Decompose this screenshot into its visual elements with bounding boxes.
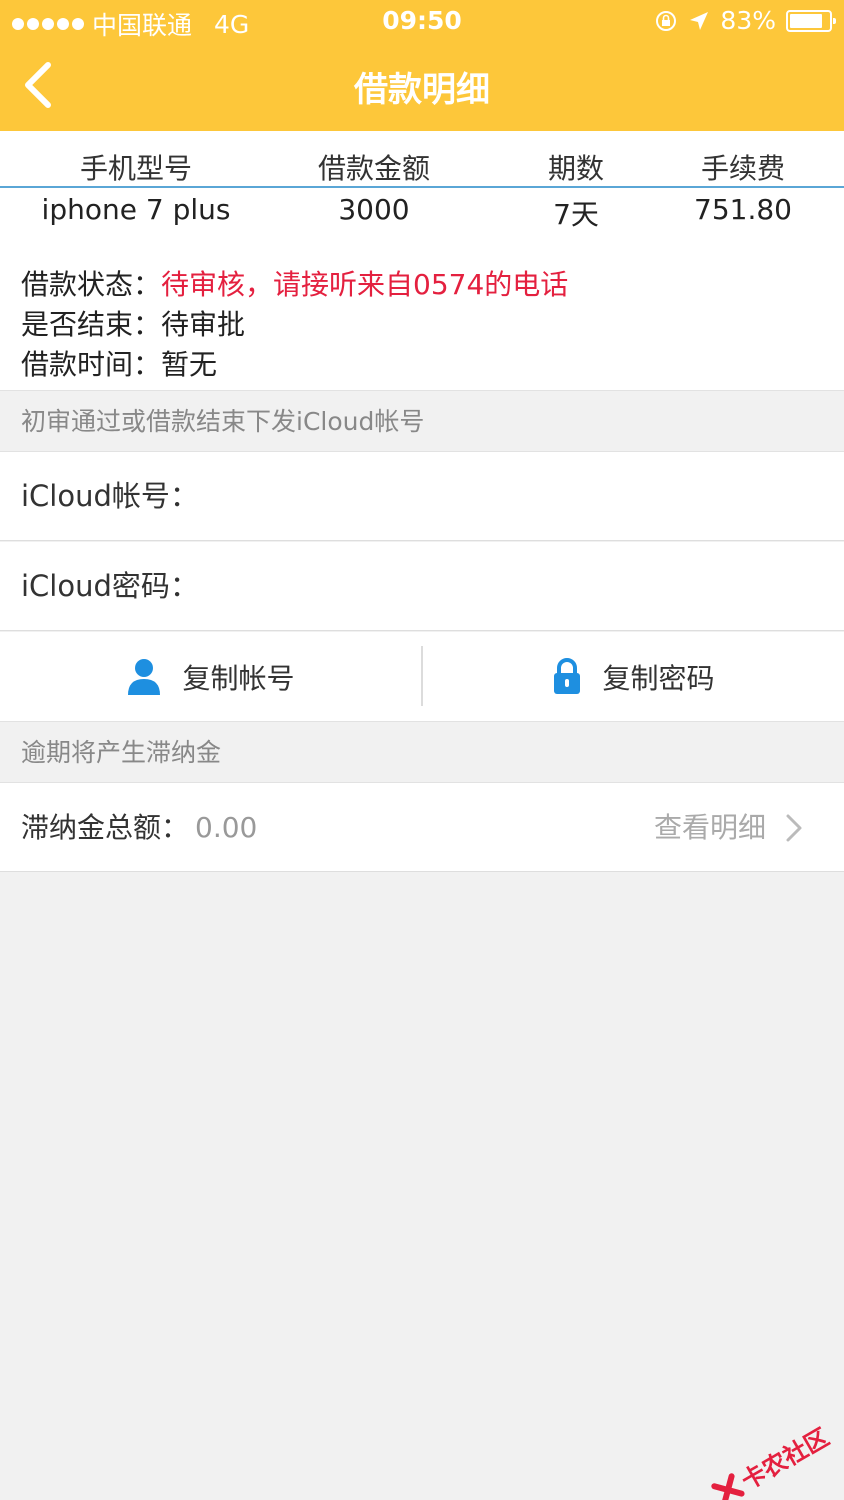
icloud-password-label: iCloud密码： (21, 569, 199, 603)
rotation-lock-icon (656, 10, 677, 31)
battery-fill (790, 13, 822, 28)
value-phone-model: iphone 7 plus (41, 193, 231, 226)
loan-time-label: 借款时间： (21, 348, 162, 381)
summary-header-row: 手机型号 借款金额 期数 手续费 (0, 147, 844, 187)
column-header-fee: 手续费 (700, 152, 785, 185)
status-bar: 中国联通 4G 09:50 83% (0, 0, 844, 42)
value-fee: 751.80 (694, 193, 792, 226)
location-arrow-icon (690, 11, 709, 30)
app-header: 中国联通 4G 09:50 83% 借款明细 (0, 0, 844, 131)
icloud-account-row: iCloud帐号： (0, 452, 844, 541)
page-title: 借款明细 (354, 70, 490, 110)
status-right: 83% (654, 6, 836, 35)
loan-info: 借款状态：待审核，请接听来自0574的电话 是否结束：待审批 借款时间：暂无 (21, 265, 568, 385)
loan-finished-line: 是否结束：待审批 (21, 305, 568, 345)
copy-password-button[interactable]: 复制密码 (423, 632, 844, 721)
late-fee-label: 滞纳金总额： (21, 811, 190, 844)
icloud-account-label: iCloud帐号： (21, 479, 199, 513)
view-details-link[interactable]: 查看明细 (654, 783, 766, 872)
watermark-logo: 卡农社区 (708, 1418, 835, 1500)
battery-icon (786, 9, 836, 32)
copy-actions: 复制帐号 复制密码 (0, 632, 844, 721)
value-amount: 3000 (338, 193, 410, 226)
loan-status-label: 借款状态： (21, 268, 162, 301)
copy-account-button[interactable]: 复制帐号 (0, 632, 421, 721)
column-header-phone-model: 手机型号 (79, 152, 192, 185)
user-icon (128, 658, 161, 695)
icloud-password-row: iCloud密码： (0, 542, 844, 631)
lock-icon (554, 657, 581, 694)
loan-time-line: 借款时间：暂无 (21, 345, 568, 385)
loan-time-value: 暂无 (161, 348, 218, 381)
loan-finished-label: 是否结束： (21, 308, 162, 341)
copy-password-label: 复制密码 (602, 661, 715, 695)
chevron-right-icon (786, 814, 802, 842)
battery-percent: 83% (720, 6, 776, 35)
summary-value-row: iphone 7 plus 3000 7天 751.80 (0, 193, 844, 233)
header-divider (0, 186, 844, 188)
late-fee-value: 0.00 (195, 811, 258, 844)
watermark-text: 卡农社区 (736, 1423, 834, 1496)
loan-status-line: 借款状态：待审核，请接听来自0574的电话 (21, 265, 568, 305)
icloud-hint: 初审通过或借款结束下发iCloud帐号 (0, 390, 844, 452)
late-fee-row[interactable]: 滞纳金总额： 0.00 查看明细 (0, 783, 844, 872)
column-header-amount: 借款金额 (317, 152, 430, 185)
loan-summary: 手机型号 借款金额 期数 手续费 iphone 7 plus 3000 7天 7… (0, 131, 844, 390)
copy-account-label: 复制帐号 (182, 661, 295, 695)
loan-finished-value: 待审批 (161, 308, 246, 341)
late-fee-hint: 逾期将产生滞纳金 (0, 721, 844, 783)
loan-status-value: 待审核，请接听来自0574的电话 (161, 268, 569, 301)
